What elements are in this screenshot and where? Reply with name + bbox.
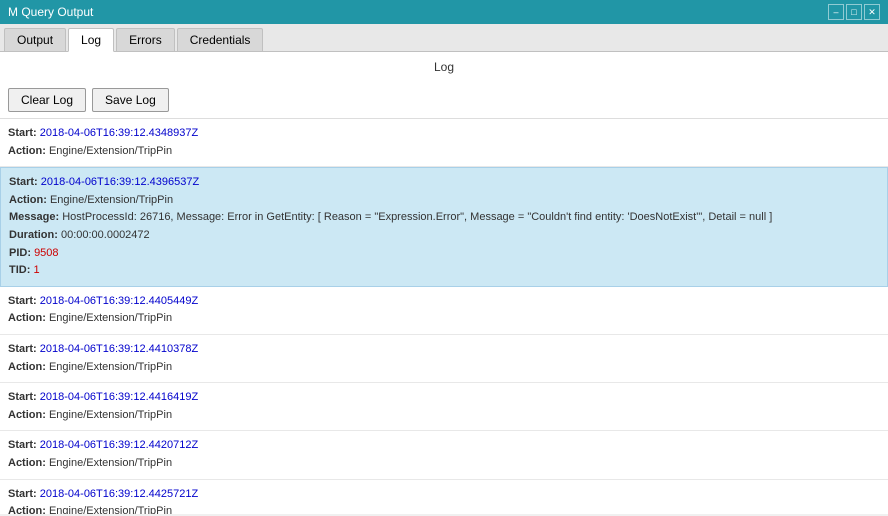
main-content: Log Clear Log Save Log Start: 2018-04-06… <box>0 52 888 514</box>
log-field: Action: Engine/Extension/TripPin <box>8 503 880 514</box>
log-field: Action: Engine/Extension/TripPin <box>8 359 880 377</box>
log-field: Start: 2018-04-06T16:39:12.4396537Z <box>9 174 879 192</box>
log-entry[interactable]: Start: 2018-04-06T16:39:12.4420712ZActio… <box>0 431 888 479</box>
log-field: Action: Engine/Extension/TripPin <box>8 310 880 328</box>
log-field-value: Engine/Extension/TripPin <box>49 505 172 514</box>
log-field-value: Engine/Extension/TripPin <box>49 145 172 157</box>
log-field-value: Engine/Extension/TripPin <box>49 361 172 373</box>
log-title: Log <box>0 52 888 82</box>
log-field: Start: 2018-04-06T16:39:12.4425721Z <box>8 486 880 504</box>
log-field-value: 2018-04-06T16:39:12.4348937Z <box>40 127 198 139</box>
title-bar-left: M Query Output <box>8 5 93 19</box>
log-field-label: Start: <box>8 127 40 139</box>
tab-output[interactable]: Output <box>4 28 66 51</box>
app-title: M Query Output <box>8 5 93 19</box>
tab-bar: Output Log Errors Credentials <box>0 24 888 52</box>
save-log-button[interactable]: Save Log <box>92 88 169 112</box>
log-entry[interactable]: Start: 2018-04-06T16:39:12.4348937ZActio… <box>0 119 888 167</box>
log-field: Duration: 00:00:00.0002472 <box>9 227 879 245</box>
log-field: Start: 2018-04-06T16:39:12.4420712Z <box>8 437 880 455</box>
log-entry[interactable]: Start: 2018-04-06T16:39:12.4425721ZActio… <box>0 480 888 515</box>
log-field-label: TID: <box>9 264 33 276</box>
tab-log[interactable]: Log <box>68 28 114 52</box>
log-field-label: Action: <box>8 505 49 514</box>
log-field: Action: Engine/Extension/TripPin <box>8 143 880 161</box>
log-field-value: 1 <box>33 264 39 276</box>
tab-errors[interactable]: Errors <box>116 28 175 51</box>
log-field-value: Engine/Extension/TripPin <box>49 312 172 324</box>
log-field: Start: 2018-04-06T16:39:12.4405449Z <box>8 293 880 311</box>
log-field-value: 2018-04-06T16:39:12.4416419Z <box>40 391 198 403</box>
log-field-label: Start: <box>8 343 40 355</box>
log-field-label: Message: <box>9 211 62 223</box>
log-field: Start: 2018-04-06T16:39:12.4410378Z <box>8 341 880 359</box>
log-field-label: Start: <box>8 295 40 307</box>
tab-credentials[interactable]: Credentials <box>177 28 264 51</box>
log-entry[interactable]: Start: 2018-04-06T16:39:12.4410378ZActio… <box>0 335 888 383</box>
log-field-label: Action: <box>8 312 49 324</box>
log-field: Action: Engine/Extension/TripPin <box>8 407 880 425</box>
log-field-label: Action: <box>8 409 49 421</box>
toolbar: Clear Log Save Log <box>0 82 888 118</box>
log-field-label: Start: <box>9 176 41 188</box>
log-field-label: Start: <box>8 488 40 500</box>
log-field-label: Action: <box>8 145 49 157</box>
title-bar-controls[interactable]: – □ ✕ <box>828 4 880 20</box>
minimize-button[interactable]: – <box>828 4 844 20</box>
log-field: TID: 1 <box>9 262 879 280</box>
log-entry[interactable]: Start: 2018-04-06T16:39:12.4396537ZActio… <box>0 167 888 287</box>
log-field-label: Action: <box>9 194 50 206</box>
log-field-label: PID: <box>9 247 34 259</box>
log-field-value: 2018-04-06T16:39:12.4405449Z <box>40 295 198 307</box>
log-field: Start: 2018-04-06T16:39:12.4348937Z <box>8 125 880 143</box>
title-bar: M Query Output – □ ✕ <box>0 0 888 24</box>
log-field-label: Start: <box>8 439 40 451</box>
log-field: PID: 9508 <box>9 245 879 263</box>
log-entry[interactable]: Start: 2018-04-06T16:39:12.4405449ZActio… <box>0 287 888 335</box>
log-field-value: Engine/Extension/TripPin <box>50 194 173 206</box>
log-field-value: 2018-04-06T16:39:12.4396537Z <box>41 176 199 188</box>
log-field-value: Engine/Extension/TripPin <box>49 457 172 469</box>
log-field-value: 00:00:00.0002472 <box>61 229 150 241</box>
log-field: Action: Engine/Extension/TripPin <box>8 455 880 473</box>
log-field-value: 2018-04-06T16:39:12.4425721Z <box>40 488 198 500</box>
log-field-value: 2018-04-06T16:39:12.4420712Z <box>40 439 198 451</box>
clear-log-button[interactable]: Clear Log <box>8 88 86 112</box>
log-field-value: 2018-04-06T16:39:12.4410378Z <box>40 343 198 355</box>
maximize-button[interactable]: □ <box>846 4 862 20</box>
log-field-value: 9508 <box>34 247 58 259</box>
log-field-value: HostProcessId: 26716, Message: Error in … <box>62 211 772 223</box>
log-entry[interactable]: Start: 2018-04-06T16:39:12.4416419ZActio… <box>0 383 888 431</box>
log-field-label: Action: <box>8 457 49 469</box>
log-field: Start: 2018-04-06T16:39:12.4416419Z <box>8 389 880 407</box>
log-field-label: Duration: <box>9 229 61 241</box>
log-field-label: Action: <box>8 361 49 373</box>
close-button[interactable]: ✕ <box>864 4 880 20</box>
log-field-label: Start: <box>8 391 40 403</box>
log-area[interactable]: Start: 2018-04-06T16:39:12.4348937ZActio… <box>0 118 888 514</box>
log-field: Action: Engine/Extension/TripPin <box>9 192 879 210</box>
log-field: Message: HostProcessId: 26716, Message: … <box>9 209 879 227</box>
log-field-value: Engine/Extension/TripPin <box>49 409 172 421</box>
